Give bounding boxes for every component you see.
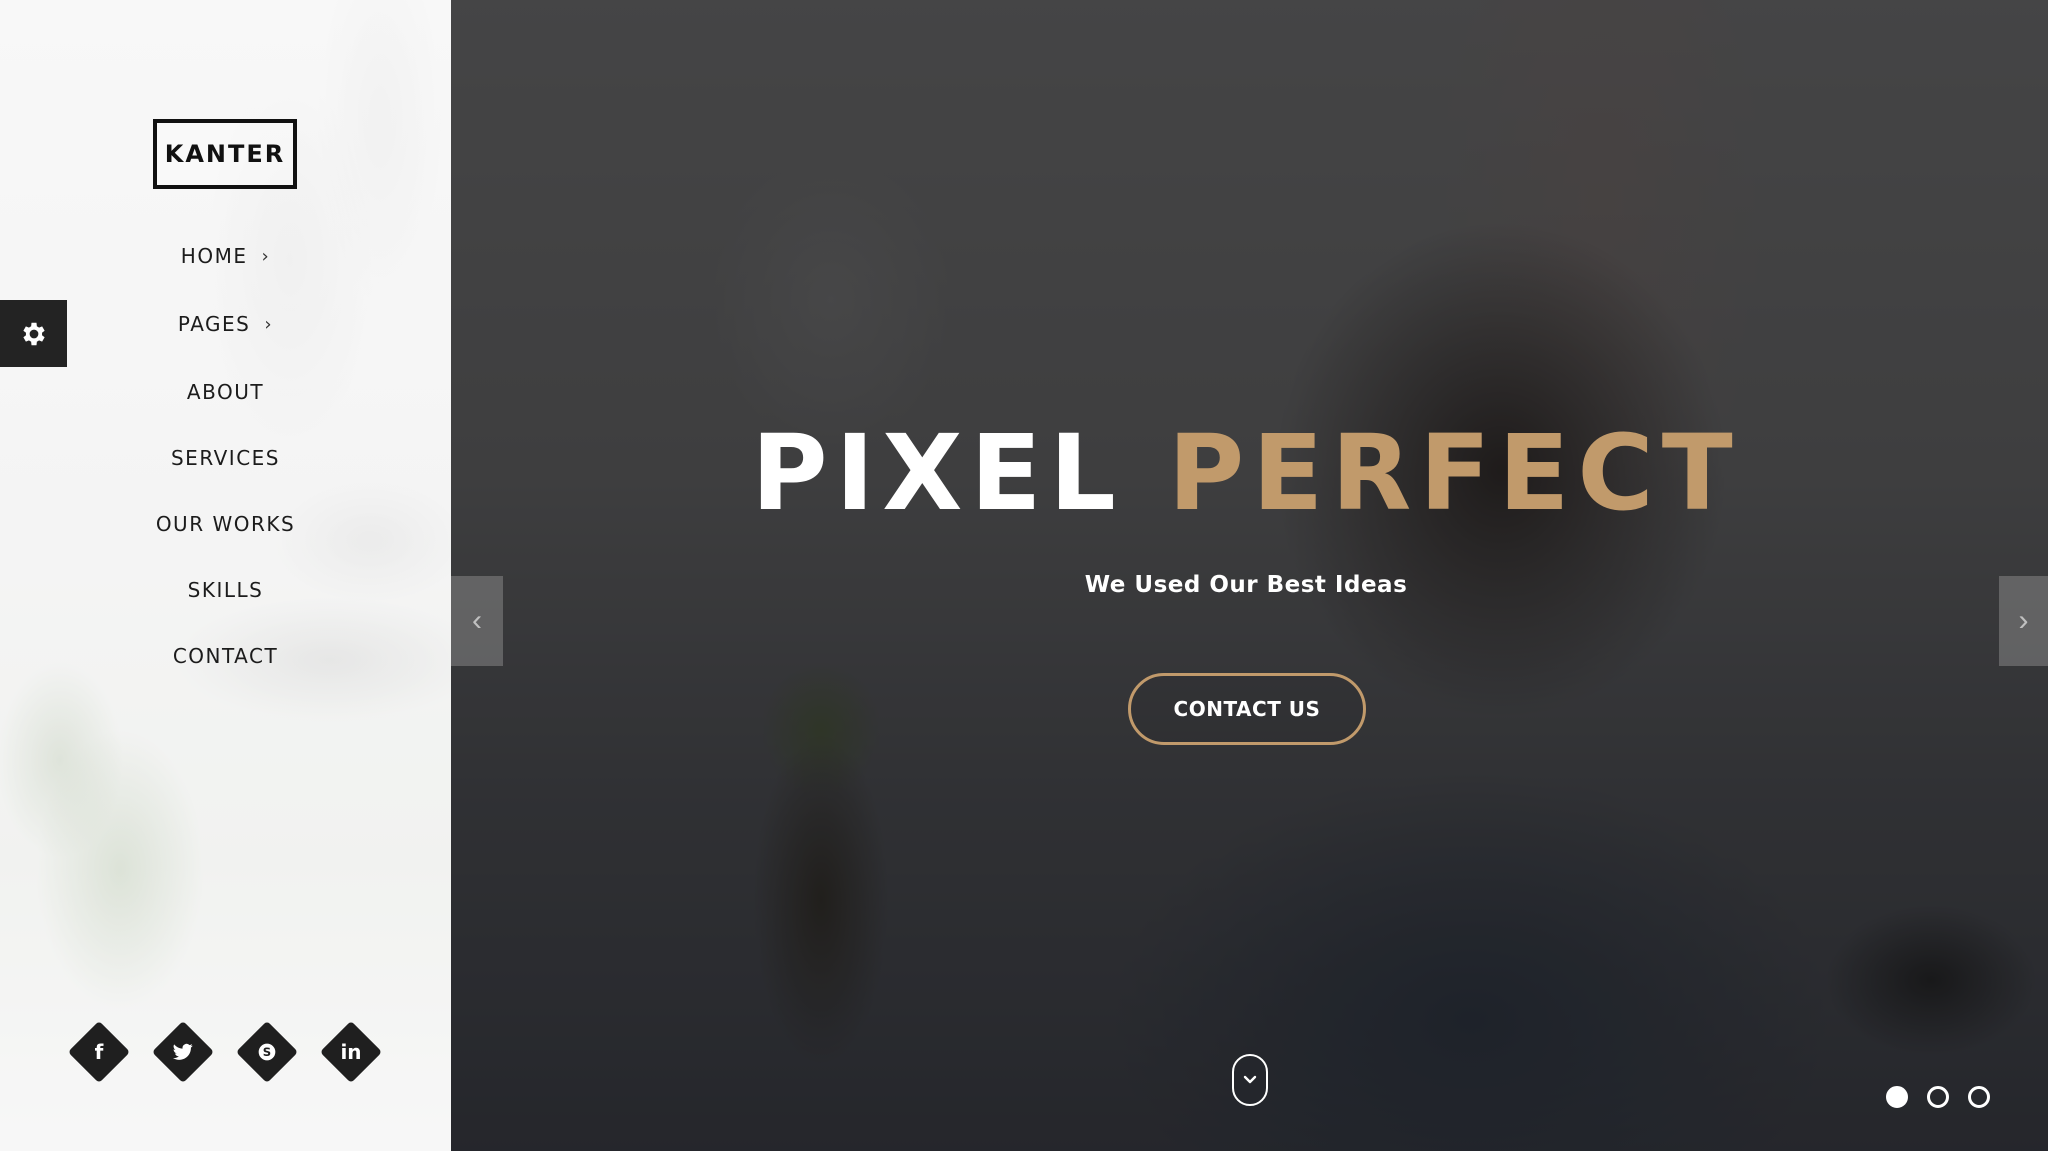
sidebar: KANTER HOME › PAGES › ABOUT SERVICES OUR… (0, 0, 451, 1151)
scroll-down-button[interactable] (1232, 1054, 1268, 1106)
facebook-link[interactable]: f (67, 1020, 131, 1084)
slider-prev-button[interactable]: ‹ (451, 576, 503, 666)
page: KANTER HOME › PAGES › ABOUT SERVICES OUR… (0, 0, 2048, 1151)
twitter-icon (151, 1020, 215, 1084)
sidebar-item-label: PAGES (177, 312, 251, 336)
hero-slider: PIXEL PERFECT We Used Our Best Ideas CON… (451, 0, 2048, 1151)
settings-button[interactable] (0, 300, 67, 367)
hero-subtitle: We Used Our Best Ideas (1084, 572, 1408, 598)
sidebar-item-about[interactable]: ABOUT (0, 372, 451, 412)
chevron-right-icon: › (264, 313, 274, 335)
twitter-link[interactable] (151, 1020, 215, 1084)
chevron-right-icon: › (2018, 604, 2029, 637)
linkedin-icon: in (340, 1040, 362, 1064)
contact-us-button[interactable]: CONTACT US (1128, 673, 1366, 745)
sidebar-item-home[interactable]: HOME › (0, 236, 451, 276)
skype-icon: S (235, 1020, 299, 1084)
site-logo[interactable]: KANTER (153, 119, 297, 189)
hero-title-accent: PERFECT (1167, 412, 1741, 534)
sidebar-item-label: SERVICES (170, 446, 280, 470)
chevron-right-icon: › (261, 245, 271, 267)
linkedin-link[interactable]: in (319, 1020, 383, 1084)
sidebar-item-label: CONTACT (172, 644, 279, 668)
slide-dot-1[interactable] (1886, 1086, 1908, 1108)
slide-dot-3[interactable] (1968, 1086, 1990, 1108)
sidebar-item-label: OUR WORKS (155, 512, 296, 536)
skype-link[interactable]: S (235, 1020, 299, 1084)
sidebar-item-label: SKILLS (187, 578, 264, 602)
sidebar-item-label: HOME (180, 244, 248, 268)
sidebar-item-pages[interactable]: PAGES › (0, 304, 451, 344)
chevron-down-icon (1243, 1075, 1257, 1084)
sidebar-item-label: ABOUT (186, 380, 265, 404)
svg-text:S: S (263, 1045, 271, 1059)
social-links: f S in (0, 1020, 451, 1084)
chevron-left-icon: ‹ (472, 604, 482, 637)
facebook-icon: f (94, 1040, 104, 1064)
slider-pagination (1879, 1086, 1999, 1110)
sidebar-item-skills[interactable]: SKILLS (0, 570, 451, 610)
sidebar-item-contact[interactable]: CONTACT (0, 636, 451, 676)
slide-dot-2[interactable] (1927, 1086, 1949, 1108)
hero-title-primary: PIXEL (751, 412, 1124, 534)
hero-title: PIXEL PERFECT (451, 408, 2041, 538)
sidebar-item-services[interactable]: SERVICES (0, 438, 451, 478)
gear-icon (22, 322, 45, 345)
sidebar-item-our-works[interactable]: OUR WORKS (0, 504, 451, 544)
slider-next-button[interactable]: › (1999, 576, 2048, 666)
